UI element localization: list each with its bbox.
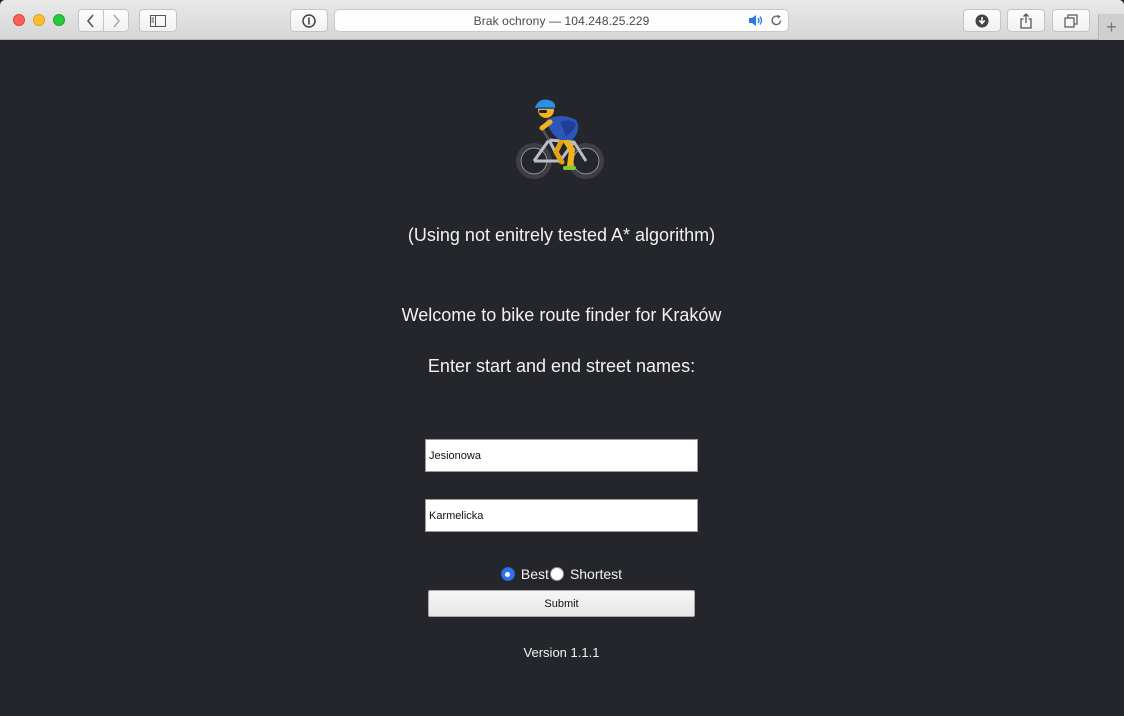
forward-button[interactable]	[103, 9, 129, 32]
sidebar-icon	[150, 14, 166, 27]
site-info-button[interactable]	[290, 9, 328, 32]
close-window-button[interactable]	[13, 14, 25, 26]
tab-overview-button[interactable]	[1052, 9, 1090, 32]
shortest-radio-label[interactable]: Shortest	[570, 566, 622, 582]
instruction-text: Enter start and end street names:	[427, 356, 696, 376]
address-bar[interactable]: Brak ochrony — 104.248.25.229	[334, 9, 789, 32]
speaker-icon[interactable]	[748, 14, 764, 30]
minimize-window-button[interactable]	[33, 14, 45, 26]
submit-button[interactable]: Submit	[428, 590, 695, 617]
downloads-button[interactable]	[963, 9, 1001, 32]
new-tab-button[interactable]: +	[1098, 14, 1124, 40]
browser-toolbar: Brak ochrony — 104.248.25.229 +	[0, 0, 1124, 40]
version-label: Version 1.1.1	[523, 645, 600, 660]
chevron-left-icon	[86, 13, 94, 28]
route-type-options: Best Shortest	[1, 566, 1122, 582]
share-button[interactable]	[1007, 9, 1045, 32]
end-street-input[interactable]	[425, 499, 698, 532]
start-street-input[interactable]	[425, 439, 698, 472]
page-content: (Using not enitrely tested A* algorithm)…	[1, 41, 1122, 715]
algorithm-note: (Using not enitrely tested A* algorithm)	[407, 225, 716, 245]
tabs-icon	[1064, 13, 1078, 28]
welcome-heading: Welcome to bike route finder for Kraków	[401, 305, 722, 325]
show-sidebar-button[interactable]	[139, 9, 177, 32]
share-icon	[1020, 12, 1032, 29]
info-icon	[302, 13, 316, 28]
best-radio[interactable]	[500, 567, 515, 581]
plus-icon: +	[1106, 16, 1117, 37]
browser-window: Brak ochrony — 104.248.25.229 + (Using n…	[0, 0, 1124, 716]
address-text: Brak ochrony — 104.248.25.229	[473, 13, 650, 28]
best-radio-label[interactable]: Best	[521, 566, 549, 582]
person-biking-emoji	[516, 99, 604, 179]
shortest-radio[interactable]	[549, 567, 564, 581]
download-icon	[975, 14, 989, 27]
reload-icon[interactable]	[770, 14, 783, 30]
chevron-right-icon	[113, 13, 121, 28]
back-button[interactable]	[78, 9, 104, 32]
zoom-window-button[interactable]	[53, 14, 65, 26]
